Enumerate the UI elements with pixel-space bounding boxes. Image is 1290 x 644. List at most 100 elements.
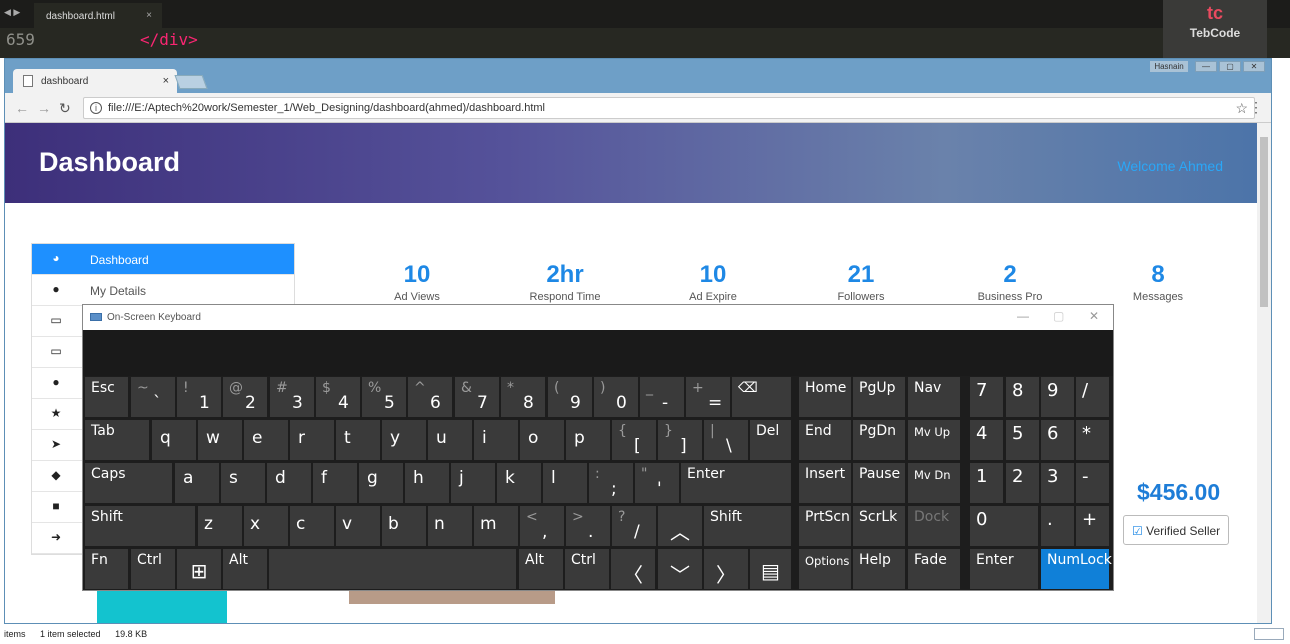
browser-tab[interactable]: dashboard × [13, 69, 177, 93]
key-insert[interactable]: Insert [799, 463, 851, 503]
key-u[interactable]: u [428, 420, 472, 460]
key-=[interactable]: + = [686, 377, 730, 417]
key-d[interactable]: d [267, 463, 311, 503]
key-numpad-nslash[interactable]: / [1076, 377, 1109, 417]
key-right[interactable]: 〉 [704, 549, 748, 589]
key-tab[interactable]: Tab [85, 420, 149, 460]
key-1[interactable]: ! 1 [177, 377, 221, 417]
key-del[interactable]: Del [750, 420, 791, 460]
browser-tab-close-icon[interactable]: × [163, 75, 169, 87]
key-options[interactable]: Options [799, 549, 851, 589]
key-mvup[interactable]: Mv Up [908, 420, 960, 460]
key-sym[interactable]: " ' [635, 463, 679, 503]
key-f[interactable]: f [313, 463, 357, 503]
key-p[interactable]: p [566, 420, 610, 460]
key-9[interactable]: (9 [548, 377, 592, 417]
key-t[interactable]: t [336, 420, 380, 460]
key-sym[interactable]: >. [566, 506, 610, 546]
osk-close-button[interactable]: ✕ [1089, 309, 1099, 323]
key-`[interactable]: ~ ` [131, 377, 175, 417]
key-w[interactable]: w [198, 420, 242, 460]
key-prtscn[interactable]: PrtScn [799, 506, 851, 546]
back-arrow-icon[interactable]: ← [15, 100, 29, 116]
key-down[interactable]: ﹀ [658, 549, 702, 589]
info-icon[interactable]: i [90, 102, 102, 114]
key-backspace[interactable]: ⌫ [732, 377, 791, 417]
key-esc[interactable]: Esc [85, 377, 128, 417]
osk-minimize-button[interactable]: — [1017, 309, 1029, 323]
key-left[interactable]: 〈 [611, 549, 655, 589]
key-m[interactable]: m [474, 506, 518, 546]
key-c[interactable]: c [290, 506, 334, 546]
reload-icon[interactable]: ↻ [59, 100, 71, 117]
key-up[interactable]: ︿ [658, 506, 702, 546]
key-j[interactable]: j [451, 463, 495, 503]
key-numpad-n5[interactable]: 5 [1006, 420, 1039, 460]
key-7[interactable]: & 7 [455, 377, 499, 417]
forward-arrow-icon[interactable]: → [37, 100, 51, 116]
key-q[interactable]: q [152, 420, 196, 460]
browser-menu-icon[interactable]: ⋮ [1249, 99, 1263, 116]
key-g[interactable]: g [359, 463, 403, 503]
page-scrollbar[interactable] [1257, 123, 1271, 623]
key-caps[interactable]: Caps [85, 463, 172, 503]
minimize-button[interactable]: — [1195, 61, 1217, 72]
key-numpad-n9[interactable]: 9 [1041, 377, 1074, 417]
key-fn[interactable]: Fn [85, 549, 128, 589]
key-pgdn[interactable]: PgDn [853, 420, 905, 460]
key-numpad-enter[interactable]: Enter [970, 549, 1038, 589]
osk-maximize-button[interactable]: ▢ [1053, 309, 1064, 323]
key-sym[interactable]: {[ [612, 420, 656, 460]
key-2[interactable]: @2 [223, 377, 267, 417]
key-k[interactable]: k [497, 463, 541, 503]
key-menu[interactable]: ▤ [750, 549, 791, 589]
editor-nav-arrows[interactable]: ◀ ▶ [4, 7, 20, 18]
key-numpad-n2[interactable]: 2 [1006, 463, 1039, 503]
key-6[interactable]: ^ 6 [408, 377, 452, 417]
key-pause[interactable]: Pause [853, 463, 905, 503]
maximize-button[interactable]: ▢ [1219, 61, 1241, 72]
key-numpad-n4[interactable]: 4 [970, 420, 1003, 460]
key-3[interactable]: #3 [270, 377, 314, 417]
key-numpad-n3[interactable]: 3 [1041, 463, 1074, 503]
key-sym[interactable]: :; [589, 463, 633, 503]
key-i[interactable]: i [474, 420, 518, 460]
key-scrlk[interactable]: ScrLk [853, 506, 905, 546]
key-numpad-n7[interactable]: 7 [970, 377, 1003, 417]
key-numpad-nminus[interactable]: - [1076, 463, 1109, 503]
key-5[interactable]: % 5 [362, 377, 406, 417]
key-numpad-n0[interactable]: 0 [970, 506, 1038, 546]
key-sym[interactable]: <, [520, 506, 564, 546]
key-numlock[interactable]: NumLock [1041, 549, 1112, 589]
close-window-button[interactable]: ✕ [1243, 61, 1265, 72]
key-home[interactable]: Home [799, 377, 851, 417]
key-end[interactable]: End [799, 420, 851, 460]
key--[interactable]: _ - [640, 377, 684, 417]
key-sym[interactable]: }] [658, 420, 702, 460]
key-b[interactable]: b [382, 506, 426, 546]
key-8[interactable]: * 8 [501, 377, 545, 417]
key-0[interactable]: ) 0 [594, 377, 638, 417]
key-sym[interactable]: | \ [704, 420, 748, 460]
key-enter[interactable]: Enter [681, 463, 791, 503]
key-dock[interactable]: Dock [908, 506, 960, 546]
key-ctrl-left[interactable]: Ctrl [131, 549, 175, 589]
key-shift-right[interactable]: Shift [704, 506, 791, 546]
editor-tab-close-icon[interactable]: × [146, 10, 152, 21]
welcome-text[interactable]: Welcome Ahmed [1117, 158, 1223, 174]
key-ctrl-right[interactable]: Ctrl [565, 549, 609, 589]
scrollbar-thumb[interactable] [1260, 137, 1268, 307]
key-z[interactable]: z [198, 506, 242, 546]
user-badge[interactable]: Hasnain [1150, 61, 1188, 72]
key-a[interactable]: a [175, 463, 219, 503]
key-y[interactable]: y [382, 420, 426, 460]
key-windows[interactable]: ⊞ [177, 549, 221, 589]
key-fade[interactable]: Fade [908, 549, 960, 589]
sidebar-item-dashboard[interactable]: ◕ Dashboard [32, 244, 294, 275]
url-input[interactable]: i file:///E:/Aptech%20work/Semester_1/We… [83, 97, 1255, 119]
verified-seller-badge[interactable]: ☑ Verified Seller [1123, 515, 1229, 545]
key-l[interactable]: l [543, 463, 587, 503]
new-tab-button[interactable] [174, 75, 208, 89]
key-alt-left[interactable]: Alt [223, 549, 267, 589]
key-v[interactable]: v [336, 506, 380, 546]
